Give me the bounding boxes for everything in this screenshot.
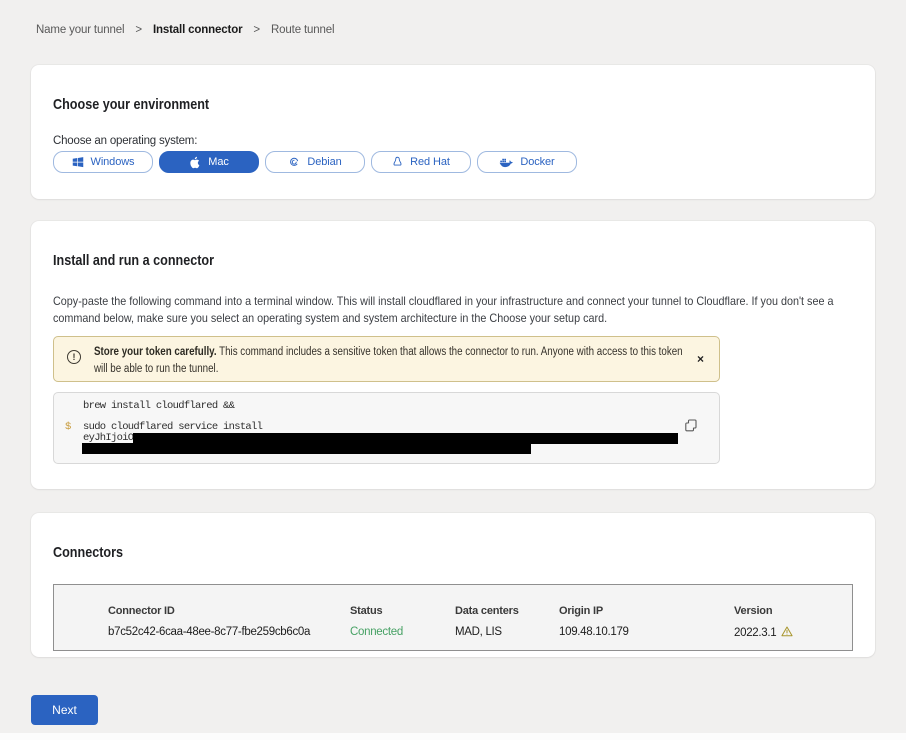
token-warning-banner: ! Store your token carefully. This comma…: [53, 336, 720, 382]
next-button[interactable]: Next: [31, 695, 98, 725]
install-card-title-text: Install and run a connector: [53, 252, 214, 269]
install-description-line1: Copy-paste the following command into a …: [53, 293, 833, 310]
choose-environment-card: Choose your environment Choose an operat…: [31, 65, 875, 199]
column-header-data-centers: Data centers: [455, 605, 559, 617]
shell-prompt: $: [65, 421, 71, 433]
column-header-origin-ip: Origin IP: [559, 605, 734, 617]
apple-icon: [189, 156, 201, 169]
breadcrumb-step-route-tunnel[interactable]: Route tunnel: [271, 24, 334, 36]
install-connector-card: Install and run a connector Copy-paste t…: [31, 221, 875, 489]
connectors-card-title-text: Connectors: [53, 544, 123, 561]
os-button-row: Windows Mac Debian Red Hat Docker: [53, 151, 853, 173]
breadcrumb-separator: >: [253, 24, 260, 36]
os-button-docker[interactable]: Docker: [477, 151, 577, 173]
warning-text-line1: This command includes a sensitive token …: [217, 346, 683, 358]
install-description-line2: command below, make sure you select an o…: [53, 310, 607, 327]
environment-card-title-text: Choose your environment: [53, 96, 209, 113]
windows-icon: [72, 156, 84, 168]
os-button-windows[interactable]: Windows: [53, 151, 153, 173]
environment-card-title: Choose your environment: [53, 96, 853, 113]
data-centers-value: MAD, LIS: [455, 626, 559, 640]
connectors-card-title: Connectors: [53, 544, 853, 561]
origin-ip-value: 109.48.10.179: [559, 626, 734, 640]
os-button-label: Docker: [520, 156, 554, 168]
connector-id-value: b7c52c42-6caa-48ee-8c77-fbe259cb6c0a: [108, 626, 350, 640]
install-card-title: Install and run a connector: [53, 252, 853, 269]
connectors-card: Connectors Connector ID Status Data cent…: [31, 513, 875, 657]
docker-icon: [499, 157, 513, 168]
warning-bold-text: Store your token carefully.: [94, 346, 217, 358]
redhat-icon: [392, 156, 403, 168]
breadcrumb: Name your tunnel > Install connector > R…: [0, 0, 906, 36]
copy-icon[interactable]: [685, 419, 697, 436]
redacted-token-bar: [82, 443, 531, 454]
os-select-label: Choose an operating system:: [53, 135, 853, 147]
os-button-redhat[interactable]: Red Hat: [371, 151, 471, 173]
warning-text-line2: will be able to run the tunnel.: [94, 361, 218, 378]
breadcrumb-step-install-connector[interactable]: Install connector: [153, 24, 242, 36]
debian-icon: [288, 156, 300, 168]
column-header-status: Status: [350, 605, 455, 617]
install-command-code-block: brew install cloudflared && $ sudo cloud…: [53, 392, 720, 464]
os-button-label: Windows: [91, 156, 135, 168]
redacted-token-bar: [133, 433, 678, 444]
connectors-table: Connector ID Status Data centers Origin …: [53, 584, 853, 651]
os-button-debian[interactable]: Debian: [265, 151, 365, 173]
column-header-version: Version: [734, 605, 832, 617]
breadcrumb-step-name-tunnel[interactable]: Name your tunnel: [36, 24, 124, 36]
os-button-label: Red Hat: [410, 156, 450, 168]
os-button-label: Debian: [307, 156, 341, 168]
version-number: 2022.3.1: [734, 627, 776, 639]
alert-circle-icon: !: [67, 350, 81, 364]
bottom-strip: [0, 733, 906, 740]
code-line-brew: brew install cloudflared &&: [83, 400, 234, 412]
version-value: 2022.3.1: [734, 626, 832, 640]
column-header-connector-id: Connector ID: [108, 605, 350, 617]
os-button-mac[interactable]: Mac: [159, 151, 259, 173]
close-icon[interactable]: ×: [697, 353, 704, 365]
breadcrumb-separator: >: [135, 24, 142, 36]
status-value: Connected: [350, 626, 455, 640]
os-button-label: Mac: [208, 156, 228, 168]
warning-triangle-icon: [781, 626, 793, 640]
install-description: Copy-paste the following command into a …: [53, 293, 853, 327]
